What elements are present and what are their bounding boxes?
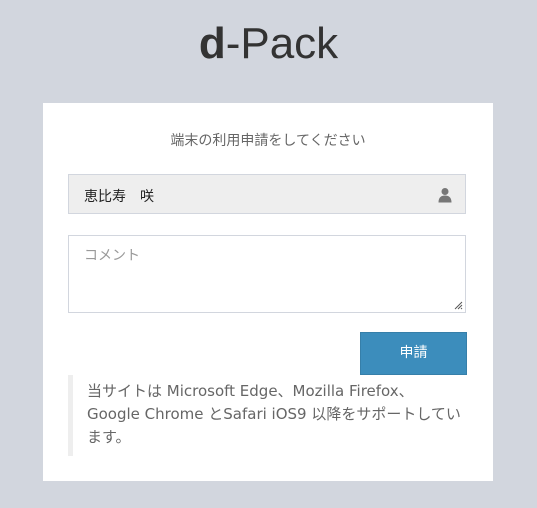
app-logo: d-Pack (0, 16, 537, 72)
name-field[interactable]: 恵比寿 咲 (68, 174, 466, 214)
comment-textarea[interactable]: コメント (68, 235, 466, 313)
name-value: 恵比寿 咲 (84, 189, 154, 205)
resize-grip-icon[interactable] (454, 301, 463, 310)
user-icon (438, 188, 452, 203)
panel-title: 端末の利用申請をしてください (170, 133, 366, 149)
logo-name: -Pack (225, 19, 339, 68)
submit-button[interactable]: 申請 (360, 332, 467, 375)
logo-letter: d (198, 19, 226, 68)
comment-placeholder: コメント (84, 248, 140, 264)
browser-support-notice: 当サイトは Microsoft Edge、Mozilla Firefox、Goo… (68, 375, 462, 456)
application-panel: 端末の利用申請をしてください 恵比寿 咲 コメント 申請 当サイトは Micro… (43, 103, 493, 481)
